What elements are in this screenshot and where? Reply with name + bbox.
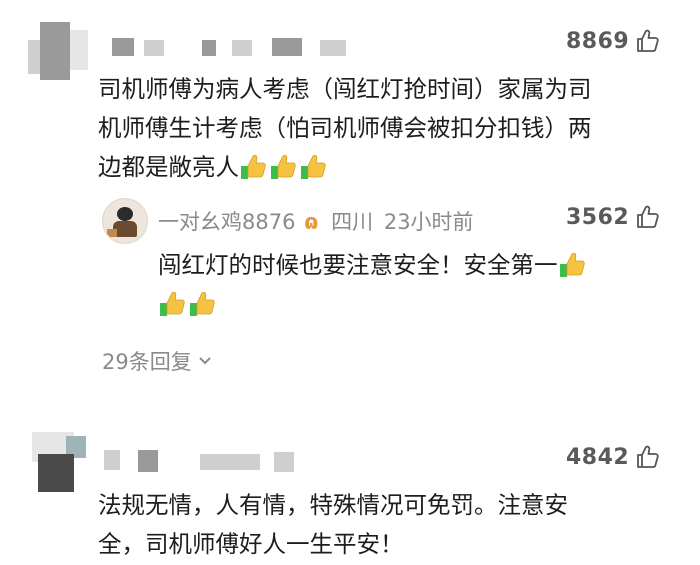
like-count: 3562 — [566, 204, 630, 230]
more-replies-link[interactable]: 29条回复 — [102, 346, 212, 376]
thumbs-up-icon — [635, 204, 661, 230]
chevron-down-icon — [199, 357, 211, 365]
avatar[interactable] — [28, 20, 90, 82]
thumbs-up-emoji — [270, 152, 298, 180]
thumbs-up-emoji — [559, 250, 587, 278]
comment-text-line: 法规无情，人有情，特殊情况可免罚。注意安 — [98, 491, 568, 519]
username-redacted[interactable] — [100, 448, 310, 474]
thumbs-up-emoji — [300, 152, 328, 180]
comment-text-line: 边都是敞亮人 — [98, 148, 678, 187]
thumbs-up-icon — [635, 28, 661, 54]
reply-text-line: 闯红灯的时候也要注意安全！安全第一 — [158, 246, 658, 285]
reply-time: 23小时前 — [383, 210, 474, 234]
like-button[interactable]: 4842 — [566, 444, 661, 470]
verified-badge-icon: ɷ — [304, 210, 319, 234]
thumbs-up-emoji — [159, 289, 187, 317]
reply-avatar[interactable] — [102, 198, 148, 244]
like-count: 8869 — [566, 28, 630, 54]
comment-text-line-text: 边都是敞亮人 — [98, 153, 239, 181]
thumbs-up-icon — [635, 444, 661, 470]
more-replies-label: 29条回复 — [102, 350, 192, 374]
reply-like-button[interactable]: 3562 — [566, 204, 661, 230]
comment-text: 司机师傅为病人考虑（闯红灯抢时间）家属为司 机师傅生计考虑（怕司机师傅会被扣分扣… — [98, 70, 678, 187]
like-count: 4842 — [566, 444, 630, 470]
reply-meta: 一对幺鸡8876 ɷ 四川 23小时前 — [158, 206, 474, 236]
reply-text-line-text: 闯红灯的时候也要注意安全！安全第一 — [158, 251, 558, 279]
thumbs-up-emoji — [189, 289, 217, 317]
comment-text-line: 司机师傅为病人考虑（闯红灯抢时间）家属为司 — [98, 75, 592, 103]
comment-text: 法规无情，人有情，特殊情况可免罚。注意安 全，司机师傅好人一生平安！ — [98, 486, 678, 564]
reply-emoji-line — [158, 285, 658, 324]
like-button[interactable]: 8869 — [566, 28, 661, 54]
avatar[interactable] — [30, 432, 86, 492]
comment-text-line: 机师傅生计考虑（怕司机师傅会被扣分扣钱）两 — [98, 114, 592, 142]
comment-text-line: 全，司机师傅好人一生平安！ — [98, 530, 404, 558]
reply-location: 四川 — [331, 210, 374, 234]
thumbs-up-emoji — [240, 152, 268, 180]
reply-text: 闯红灯的时候也要注意安全！安全第一 — [158, 246, 658, 324]
username-redacted[interactable] — [100, 36, 360, 58]
reply-username[interactable]: 一对幺鸡8876 — [158, 210, 295, 234]
